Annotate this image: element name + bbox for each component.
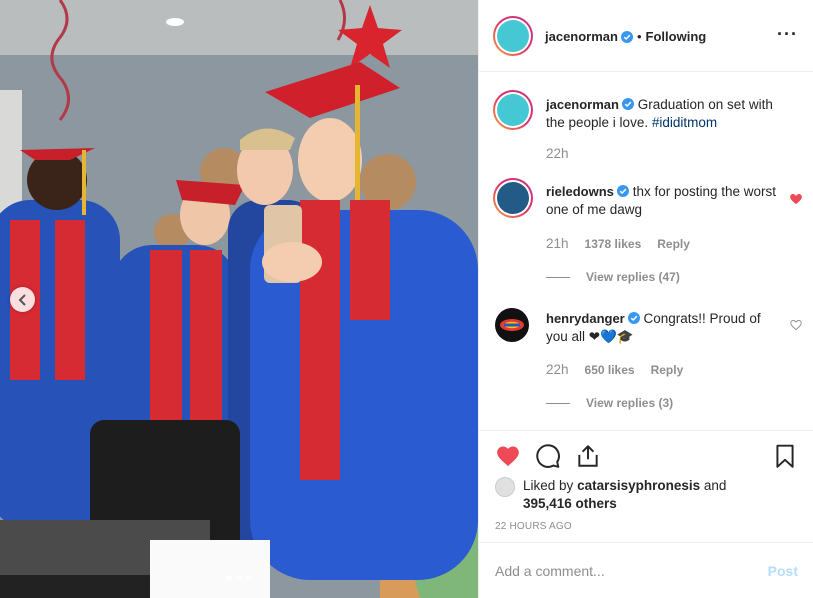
- chevron-left-icon: [18, 293, 26, 306]
- add-comment-bar: Post: [479, 542, 813, 598]
- caption-meta: 22h: [546, 146, 569, 161]
- like-heart-icon[interactable]: [495, 443, 521, 469]
- view-replies-button[interactable]: View replies (3): [546, 396, 673, 410]
- caption-username[interactable]: jacenorman: [546, 97, 619, 112]
- post-photo: [0, 0, 478, 598]
- share-icon[interactable]: [575, 443, 601, 469]
- hashtag-link[interactable]: #ididitmom: [652, 115, 717, 130]
- comment-emojis: ❤💙🎓: [588, 329, 634, 345]
- comment-like-heart-icon[interactable]: [789, 318, 803, 332]
- post-actions: Liked by catarsisyphronesis and 395,416 …: [479, 430, 813, 542]
- comment-meta: 22h 650 likes Reply: [546, 362, 683, 377]
- post-timestamp[interactable]: 22 HOURS AGO: [495, 521, 572, 532]
- verified-badge-icon: [620, 30, 633, 43]
- comment-text: henrydanger Congrats!! Proud of you all …: [546, 310, 786, 346]
- replies-divider: [546, 276, 570, 278]
- comment-input[interactable]: [495, 561, 745, 581]
- comment-likes[interactable]: 1378 likes: [585, 237, 642, 251]
- comment-like-heart-icon[interactable]: [789, 192, 803, 206]
- author-username[interactable]: jacenorman: [545, 29, 618, 44]
- post-sidebar: jacenorman • Following ··· jacenorman Gr…: [478, 0, 813, 598]
- more-options-icon[interactable]: ···: [777, 25, 798, 43]
- comment-avatar[interactable]: [493, 178, 533, 218]
- verified-badge-icon: [616, 185, 629, 197]
- verified-badge-icon: [627, 312, 640, 324]
- comments-list: jacenorman Graduation on set with the pe…: [479, 72, 813, 430]
- comment-bubble-icon[interactable]: [535, 443, 561, 469]
- comment-item: rieledowns thx for posting the worst one…: [493, 178, 803, 288]
- comment-time[interactable]: 21h: [546, 236, 569, 251]
- author-info: jacenorman • Following: [545, 29, 706, 44]
- comment-likes[interactable]: 650 likes: [585, 363, 635, 377]
- liker-username[interactable]: catarsisyphronesis: [577, 478, 700, 493]
- carousel-dot: [246, 575, 252, 581]
- reply-button[interactable]: Reply: [657, 237, 690, 251]
- caption-text: jacenorman Graduation on set with the pe…: [546, 96, 786, 132]
- comment-avatar[interactable]: [495, 308, 529, 342]
- comment-time[interactable]: 22h: [546, 362, 569, 377]
- carousel-dot: [226, 575, 232, 581]
- author-avatar[interactable]: [493, 16, 533, 56]
- verified-badge-icon: [621, 98, 634, 110]
- comment-username[interactable]: rieledowns: [546, 184, 614, 199]
- comment-text: rieledowns thx for posting the worst one…: [546, 183, 786, 219]
- reply-button[interactable]: Reply: [651, 363, 684, 377]
- post-comment-button[interactable]: Post: [768, 563, 798, 579]
- post-header: jacenorman • Following ···: [479, 0, 813, 72]
- likes-connector: and: [703, 478, 727, 493]
- carousel-indicator: [226, 575, 252, 581]
- likes-summary: Liked by catarsisyphronesis and 395,416 …: [495, 477, 763, 513]
- henry-danger-logo-icon: [500, 319, 524, 331]
- following-button[interactable]: Following: [646, 29, 707, 44]
- previous-photo-button[interactable]: [10, 287, 35, 312]
- comment-meta: 21h 1378 likes Reply: [546, 236, 690, 251]
- carousel-dot: [236, 575, 242, 581]
- liker-avatar[interactable]: [495, 477, 515, 497]
- likes-prefix: Liked by: [523, 478, 574, 493]
- view-replies-label: View replies (47): [586, 270, 680, 284]
- replies-divider: [546, 402, 570, 404]
- view-replies-button[interactable]: View replies (47): [546, 270, 680, 284]
- header-separator: •: [636, 29, 642, 44]
- comment-username[interactable]: henrydanger: [546, 311, 625, 326]
- likes-others-count[interactable]: 395,416 others: [523, 496, 617, 511]
- caption: jacenorman Graduation on set with the pe…: [493, 90, 803, 170]
- caption-time[interactable]: 22h: [546, 146, 569, 161]
- bookmark-icon[interactable]: [772, 443, 798, 469]
- caption-avatar[interactable]: [493, 90, 533, 130]
- graduation-photo: [0, 0, 478, 598]
- view-replies-label: View replies (3): [586, 396, 674, 410]
- comment-item: henrydanger Congrats!! Proud of you all …: [493, 308, 803, 418]
